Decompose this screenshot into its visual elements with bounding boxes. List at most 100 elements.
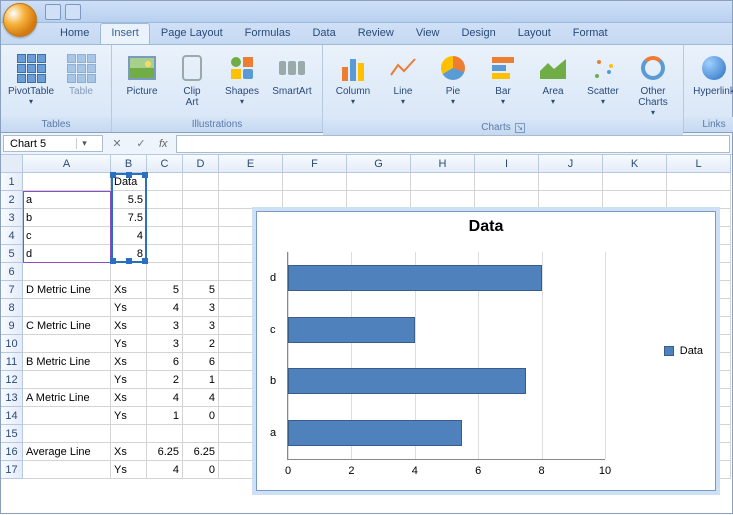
row-header-4[interactable]: 4	[1, 227, 23, 245]
cell-C4[interactable]	[147, 227, 183, 245]
row-header-11[interactable]: 11	[1, 353, 23, 371]
tab-home[interactable]: Home	[49, 23, 100, 44]
formula-input[interactable]	[176, 135, 730, 153]
tab-format[interactable]: Format	[562, 23, 619, 44]
row-header-5[interactable]: 5	[1, 245, 23, 263]
cell-B3[interactable]: 7.5	[111, 209, 147, 227]
tab-formulas[interactable]: Formulas	[234, 23, 302, 44]
row-header-7[interactable]: 7	[1, 281, 23, 299]
cell-D16[interactable]: 6.25	[183, 443, 219, 461]
fx-icon[interactable]: fx	[153, 138, 174, 150]
cell-B14[interactable]: Ys	[111, 407, 147, 425]
area-chart-button[interactable]: Area▾	[529, 49, 577, 109]
cell-C11[interactable]: 6	[147, 353, 183, 371]
cell-C2[interactable]	[147, 191, 183, 209]
cell-B11[interactable]: Xs	[111, 353, 147, 371]
cell-B17[interactable]: Ys	[111, 461, 147, 479]
hyperlink-button[interactable]: Hyperlink	[690, 49, 733, 100]
row-header-10[interactable]: 10	[1, 335, 23, 353]
enter-icon[interactable]: ✓	[129, 137, 153, 150]
row-header-9[interactable]: 9	[1, 317, 23, 335]
worksheet-grid[interactable]: ABCDEFGHIJKL 1234567891011121314151617 D…	[1, 155, 732, 515]
cell-A4[interactable]: c	[23, 227, 111, 245]
cell-D2[interactable]	[183, 191, 219, 209]
cell-B12[interactable]: Ys	[111, 371, 147, 389]
clipart-button[interactable]: Clip Art	[168, 49, 216, 111]
cell-H2[interactable]	[411, 191, 475, 209]
row-header-3[interactable]: 3	[1, 209, 23, 227]
cell-D13[interactable]: 4	[183, 389, 219, 407]
cell-E2[interactable]	[219, 191, 283, 209]
tab-page-layout[interactable]: Page Layout	[150, 23, 234, 44]
picture-button[interactable]: Picture	[118, 49, 166, 100]
bar-c[interactable]	[288, 317, 415, 343]
cell-C16[interactable]: 6.25	[147, 443, 183, 461]
col-header-E[interactable]: E	[219, 155, 283, 173]
cell-D11[interactable]: 6	[183, 353, 219, 371]
cell-D6[interactable]	[183, 263, 219, 281]
cell-B16[interactable]: Xs	[111, 443, 147, 461]
chevron-down-icon[interactable]: ▾	[76, 138, 92, 149]
col-header-D[interactable]: D	[183, 155, 219, 173]
cell-B6[interactable]	[111, 263, 147, 281]
cell-K1[interactable]	[603, 173, 667, 191]
cell-B15[interactable]	[111, 425, 147, 443]
cancel-icon[interactable]: ✕	[105, 137, 129, 150]
bar-chart-button[interactable]: Bar▾	[479, 49, 527, 109]
cell-D17[interactable]: 0	[183, 461, 219, 479]
col-header-L[interactable]: L	[667, 155, 731, 173]
cell-A11[interactable]: B Metric Line	[23, 353, 111, 371]
column-chart-button[interactable]: Column▾	[329, 49, 377, 109]
cell-A9[interactable]: C Metric Line	[23, 317, 111, 335]
cell-D9[interactable]: 3	[183, 317, 219, 335]
bar-d[interactable]	[288, 265, 542, 291]
name-box-input[interactable]	[4, 138, 76, 150]
plot-area[interactable]: 0246810dcba	[287, 252, 605, 460]
col-header-K[interactable]: K	[603, 155, 667, 173]
row-header-6[interactable]: 6	[1, 263, 23, 281]
cell-C9[interactable]: 3	[147, 317, 183, 335]
cell-C14[interactable]: 1	[147, 407, 183, 425]
bar-a[interactable]	[288, 420, 462, 446]
chart-legend[interactable]: Data	[664, 345, 703, 357]
cell-A14[interactable]	[23, 407, 111, 425]
cell-L1[interactable]	[667, 173, 731, 191]
row-header-14[interactable]: 14	[1, 407, 23, 425]
cell-D14[interactable]: 0	[183, 407, 219, 425]
cell-A17[interactable]	[23, 461, 111, 479]
tab-review[interactable]: Review	[347, 23, 405, 44]
cell-A1[interactable]	[23, 173, 111, 191]
cell-F2[interactable]	[283, 191, 347, 209]
name-box[interactable]: ▾	[3, 135, 103, 152]
cell-K2[interactable]	[603, 191, 667, 209]
row-header-17[interactable]: 17	[1, 461, 23, 479]
cell-C6[interactable]	[147, 263, 183, 281]
row-header-15[interactable]: 15	[1, 425, 23, 443]
pivottable-button[interactable]: PivotTable ▾	[7, 49, 55, 109]
line-chart-button[interactable]: Line▾	[379, 49, 427, 109]
office-button[interactable]	[3, 3, 37, 37]
cell-C17[interactable]: 4	[147, 461, 183, 479]
tab-data[interactable]: Data	[301, 23, 346, 44]
cell-D4[interactable]	[183, 227, 219, 245]
row-header-16[interactable]: 16	[1, 443, 23, 461]
col-header-J[interactable]: J	[539, 155, 603, 173]
row-header-13[interactable]: 13	[1, 389, 23, 407]
cell-B13[interactable]: Xs	[111, 389, 147, 407]
cell-B9[interactable]: Xs	[111, 317, 147, 335]
cell-A12[interactable]	[23, 371, 111, 389]
scatter-chart-button[interactable]: Scatter▾	[579, 49, 627, 109]
other-charts-button[interactable]: Other Charts▾	[629, 49, 677, 120]
cell-A6[interactable]	[23, 263, 111, 281]
cell-D8[interactable]: 3	[183, 299, 219, 317]
tab-layout[interactable]: Layout	[507, 23, 562, 44]
cell-B4[interactable]: 4	[111, 227, 147, 245]
tab-design[interactable]: Design	[450, 23, 506, 44]
cell-A3[interactable]: b	[23, 209, 111, 227]
cell-A8[interactable]	[23, 299, 111, 317]
row-header-2[interactable]: 2	[1, 191, 23, 209]
cell-C10[interactable]: 3	[147, 335, 183, 353]
cell-B8[interactable]: Ys	[111, 299, 147, 317]
row-header-12[interactable]: 12	[1, 371, 23, 389]
cell-I1[interactable]	[475, 173, 539, 191]
